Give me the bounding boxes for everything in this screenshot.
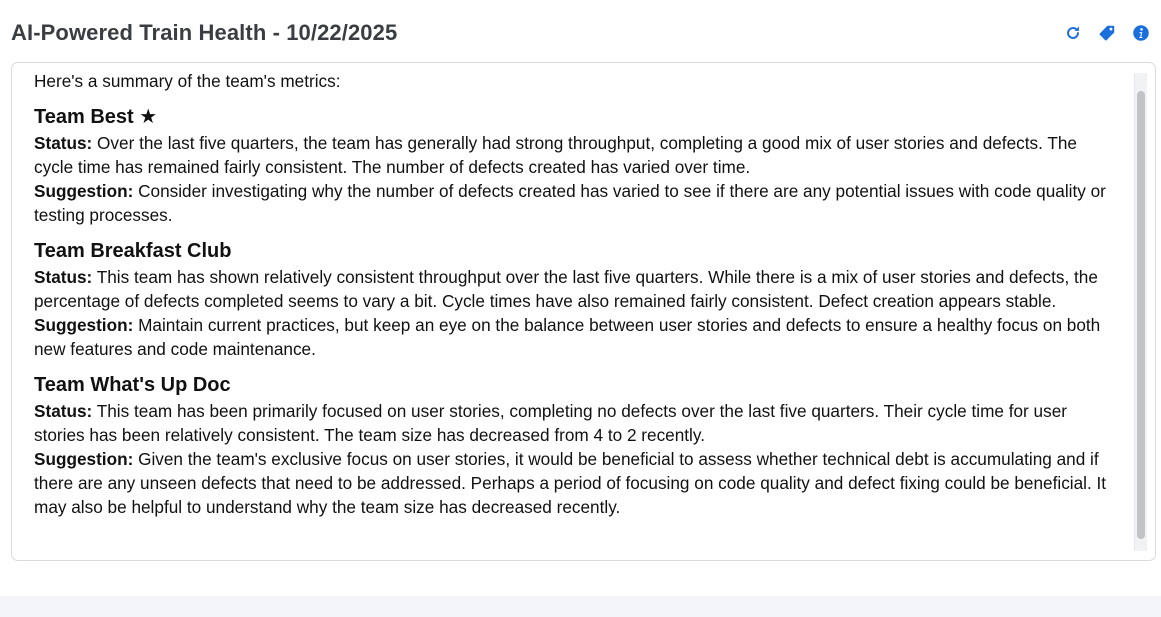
suggestion-label: Suggestion: xyxy=(34,181,134,201)
scrollbar-track[interactable] xyxy=(1134,73,1147,551)
team-name: Team Best ★ xyxy=(34,106,158,128)
scrollbar-thumb[interactable] xyxy=(1137,91,1145,539)
suggestion-text: Given the team's exclusive focus on user… xyxy=(34,449,1107,517)
status-label: Status: xyxy=(34,401,93,421)
summary-intro: Here's a summary of the team's metrics: xyxy=(34,71,341,91)
team-status: Status: Over the last five quarters, the… xyxy=(34,131,1115,179)
widget-header: AI-Powered Train Health - 10/22/2025 xyxy=(11,16,1153,50)
suggestion-text: Maintain current practices, but keep an … xyxy=(34,315,1101,359)
status-label: Status: xyxy=(34,133,93,153)
team-section-best: Team Best ★ Status: Over the last five q… xyxy=(34,105,1115,227)
team-status: Status: This team has been primarily foc… xyxy=(34,399,1115,447)
refresh-icon xyxy=(1067,26,1079,39)
suggestion-label: Suggestion: xyxy=(34,315,134,335)
suggestion-text: Consider investigating why the number of… xyxy=(34,181,1106,225)
team-suggestion: Suggestion: Consider investigating why t… xyxy=(34,179,1115,227)
status-text: This team has been primarily focused on … xyxy=(34,401,1067,445)
header-actions xyxy=(1063,23,1151,43)
summary-panel: Here's a summary of the team's metrics: … xyxy=(11,62,1156,561)
tag-button[interactable] xyxy=(1097,23,1117,43)
team-name: Team What's Up Doc xyxy=(34,374,231,396)
team-section-breakfast-club: Team Breakfast Club Status: This team ha… xyxy=(34,239,1115,361)
tag-icon xyxy=(1099,25,1115,41)
status-label: Status: xyxy=(34,267,93,287)
status-text: This team has shown relatively consisten… xyxy=(34,267,1098,311)
info-button[interactable] xyxy=(1131,23,1151,43)
suggestion-label: Suggestion: xyxy=(34,449,134,469)
team-section-whats-up-doc: Team What's Up Doc Status: This team has… xyxy=(34,373,1115,519)
info-icon xyxy=(1133,25,1149,41)
widget-title: AI-Powered Train Health - 10/22/2025 xyxy=(11,20,398,45)
refresh-button[interactable] xyxy=(1063,23,1083,43)
team-name: Team Breakfast Club xyxy=(34,240,232,262)
team-suggestion: Suggestion: Given the team's exclusive f… xyxy=(34,447,1115,519)
team-suggestion: Suggestion: Maintain current practices, … xyxy=(34,313,1115,361)
summary-content: Here's a summary of the team's metrics: … xyxy=(34,69,1115,556)
team-status: Status: This team has shown relatively c… xyxy=(34,265,1115,313)
footer-band xyxy=(0,596,1161,617)
status-text: Over the last five quarters, the team ha… xyxy=(34,133,1077,177)
